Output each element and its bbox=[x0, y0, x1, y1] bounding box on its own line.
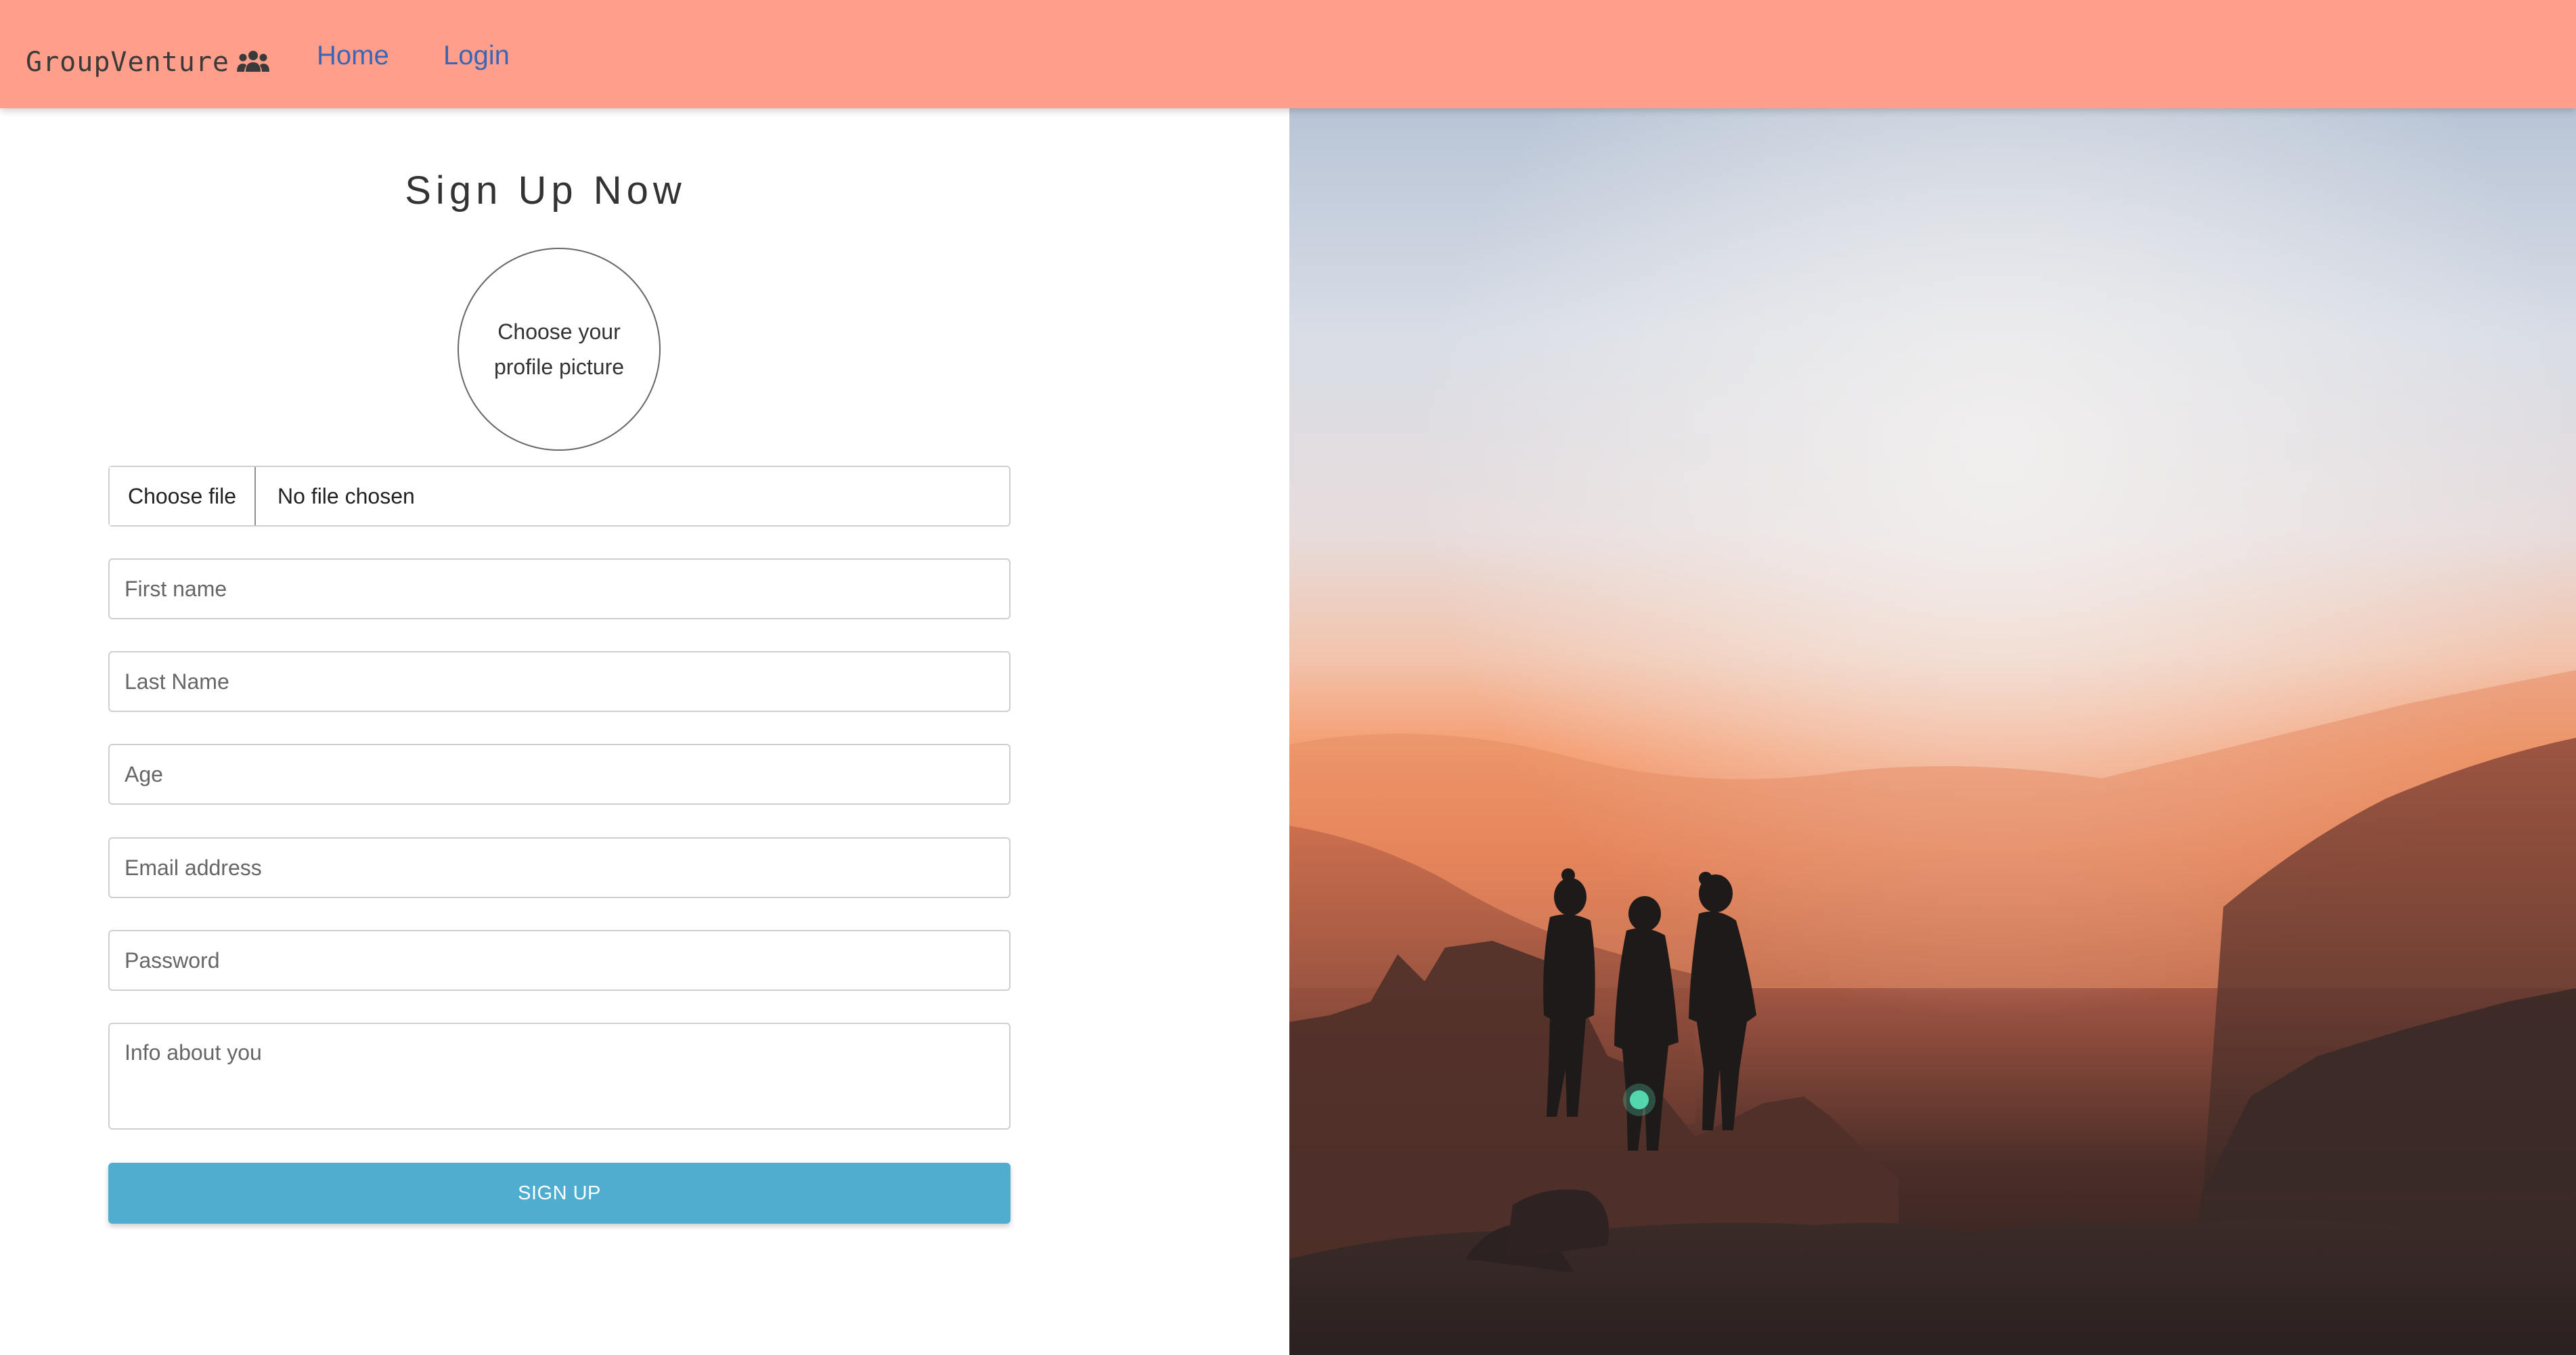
password-field[interactable] bbox=[108, 930, 1011, 991]
users-group-icon bbox=[236, 51, 269, 72]
brand[interactable]: GroupVenture bbox=[26, 42, 270, 83]
sunset-landscape-image bbox=[1289, 108, 2576, 1355]
page-title: Sign Up Now bbox=[405, 169, 686, 213]
navbar: GroupVenture Home Login bbox=[0, 0, 2576, 108]
first-name-field[interactable] bbox=[108, 558, 1011, 619]
choose-file-button[interactable]: Choose file bbox=[110, 467, 256, 525]
last-name-field[interactable] bbox=[108, 651, 1011, 712]
profile-picture-preview[interactable]: Choose your profile picture bbox=[458, 248, 661, 451]
nav-home-link[interactable]: Home bbox=[317, 41, 389, 71]
signup-button[interactable]: SIGN UP bbox=[108, 1163, 1011, 1224]
nav-login-link[interactable]: Login bbox=[443, 41, 510, 71]
email-field[interactable] bbox=[108, 837, 1011, 898]
age-field[interactable] bbox=[108, 744, 1011, 805]
info-about-you-field[interactable] bbox=[108, 1023, 1011, 1130]
profile-picture-prompt: Choose your profile picture bbox=[493, 319, 625, 379]
file-status: No file chosen bbox=[277, 483, 415, 508]
profile-file-input[interactable]: Choose file No file chosen bbox=[108, 466, 1011, 527]
brand-name: GroupVenture bbox=[26, 47, 229, 78]
hero-image bbox=[1289, 108, 2576, 1355]
